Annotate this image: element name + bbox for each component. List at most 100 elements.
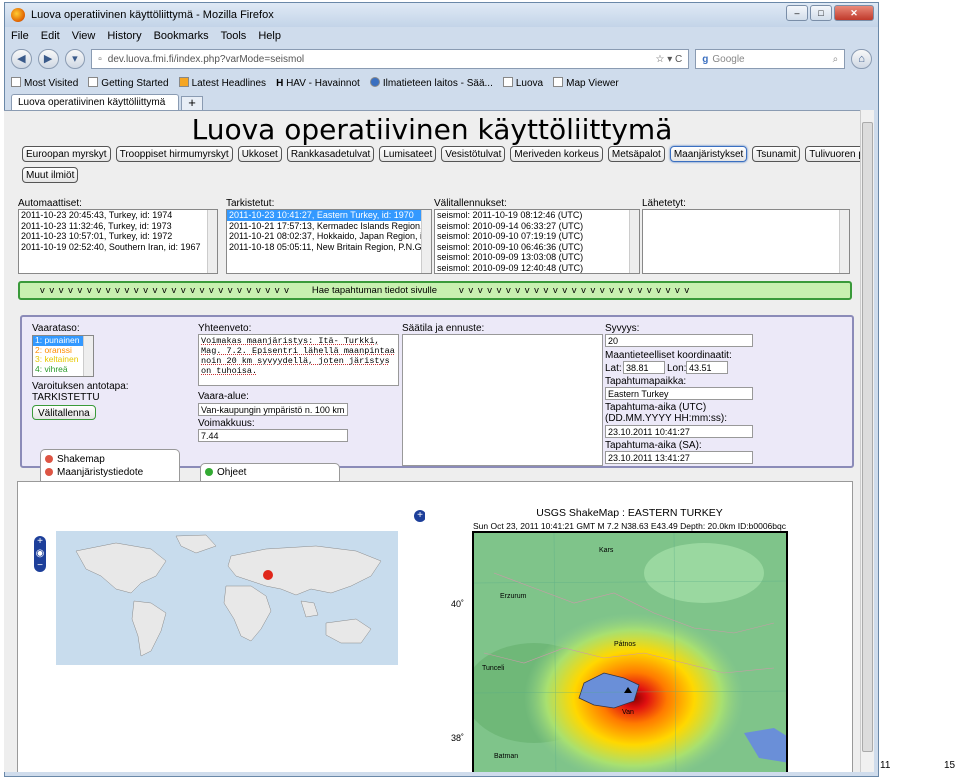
- zoom-control[interactable]: + ◉ −: [34, 536, 46, 572]
- hazard-level-select[interactable]: 1: punainen 2: oranssi 3: keltainen 4: v…: [32, 335, 94, 377]
- menu-help[interactable]: Help: [258, 30, 281, 42]
- category-button[interactable]: Trooppiset hirmumyrskyt: [115, 146, 233, 162]
- summary-textarea[interactable]: Voimakas maanjäristys: Itä- Turkki, Mag.…: [198, 334, 399, 386]
- bookmark-latest-headlines[interactable]: Latest Headlines: [178, 77, 266, 89]
- category-button[interactable]: Meriveden korkeus: [510, 146, 603, 162]
- category-button[interactable]: Tsunamit: [752, 146, 801, 162]
- tab-earthquake-bulletin[interactable]: Maanjäristystiedote: [45, 466, 175, 479]
- home-dropdown-icon[interactable]: ▾: [64, 49, 86, 69]
- minimize-button[interactable]: –: [786, 5, 808, 21]
- category-button[interactable]: Euroopan myrskyt: [22, 146, 111, 162]
- save-draft-button[interactable]: Välitallenna: [32, 405, 96, 420]
- sent-list[interactable]: [642, 209, 850, 274]
- tab-instructions[interactable]: Ohjeet: [200, 463, 340, 482]
- bookmark-map-viewer[interactable]: Map Viewer: [553, 77, 619, 89]
- category-button[interactable]: Ukkoset: [237, 146, 282, 162]
- scrollbar-thumb[interactable]: [862, 122, 873, 752]
- menu-edit[interactable]: Edit: [41, 30, 60, 42]
- menu-history[interactable]: History: [107, 30, 141, 42]
- list-item[interactable]: seismol: 2010-09-09 12:40:48 (UTC): [435, 263, 639, 274]
- menu-file[interactable]: File: [11, 30, 29, 42]
- tab-shakemap-group[interactable]: Shakemap Maanjäristystiedote: [40, 449, 180, 482]
- google-icon: g: [702, 53, 709, 65]
- list-item-selected[interactable]: 2011-10-23 10:41:27, Eastern Turkey, id:…: [227, 210, 431, 221]
- event-marker[interactable]: [263, 570, 273, 580]
- depth-input[interactable]: 20: [605, 334, 753, 347]
- search-bar[interactable]: g Google ⌕: [695, 49, 846, 69]
- world-map-graphic: [75, 534, 382, 657]
- category-button[interactable]: Lumisateet: [379, 146, 437, 162]
- menu-bookmarks[interactable]: Bookmarks: [154, 30, 209, 42]
- bookmark-hav[interactable]: H HAV - Havainnot: [276, 78, 360, 89]
- saved-list[interactable]: seismol: 2011-10-19 08:12:46 (UTC) seism…: [434, 209, 640, 274]
- back-arrow-icon[interactable]: ◀: [11, 49, 32, 69]
- lon-label: Lon:: [667, 363, 687, 374]
- list-scrollbar[interactable]: [83, 336, 93, 376]
- list-item[interactable]: seismol: 2010-09-14 06:33:27 (UTC): [435, 221, 639, 232]
- list-scrollbar[interactable]: [207, 210, 217, 273]
- list-item[interactable]: seismol: 2010-09-09 13:03:08 (UTC): [435, 252, 639, 263]
- lat-input[interactable]: 38.81: [623, 361, 665, 374]
- list-item[interactable]: seismol: 2010-09-10 07:19:19 (UTC): [435, 231, 639, 242]
- lat-label: Lat:: [605, 363, 622, 374]
- list-item[interactable]: 2011-10-23 10:57:01, Turkey, id: 1972: [19, 231, 217, 242]
- red-dot-icon: [45, 455, 53, 463]
- menu-tools[interactable]: Tools: [221, 30, 247, 42]
- location-input[interactable]: Eastern Turkey: [605, 387, 753, 400]
- list-item[interactable]: 2011-10-23 11:32:46, Turkey, id: 1973: [19, 221, 217, 232]
- place-label: Van: [622, 709, 634, 716]
- forward-arrow-icon[interactable]: ▶: [37, 49, 59, 69]
- fetch-event-label: Hae tapahtuman tiedot sivulle: [311, 285, 438, 296]
- new-tab-button[interactable]: +: [181, 96, 203, 111]
- checked-list[interactable]: 2011-10-23 10:41:27, Eastern Turkey, id:…: [226, 209, 432, 274]
- home-icon[interactable]: ⌂: [851, 49, 872, 69]
- list-item[interactable]: 2011-10-23 20:45:43, Turkey, id: 1974: [19, 210, 217, 221]
- category-button[interactable]: Metsäpalot: [607, 146, 665, 162]
- browser-tab[interactable]: Luova operatiivinen käyttöliittymä: [11, 94, 179, 111]
- maximize-button[interactable]: □: [810, 5, 832, 21]
- url-bar[interactable]: ▫ dev.luova.fmi.fi/index.php?varMode=sei…: [91, 49, 690, 69]
- list-item[interactable]: seismol: 2010-09-10 06:46:36 (UTC): [435, 242, 639, 253]
- weather-label: Säätila ja ennuste:: [402, 323, 485, 334]
- bookmark-most-visited[interactable]: Most Visited: [11, 77, 78, 89]
- bookmark-luova[interactable]: Luova: [502, 77, 543, 89]
- tab-shakemap[interactable]: Shakemap: [45, 453, 175, 466]
- shakemap-image: USGS ShakeMap : EASTERN TURKEY Sun Oct 2…: [425, 487, 834, 772]
- list-item[interactable]: 2011-10-21 17:57:13, Kermadec Islands Re…: [227, 221, 431, 232]
- search-icon[interactable]: ⌕: [833, 54, 839, 65]
- lat-tick-40: 40˚: [451, 599, 465, 609]
- category-button[interactable]: Vesistötulvat: [441, 146, 506, 162]
- time-local-input[interactable]: 23.10.2011 13:41:27: [605, 451, 753, 464]
- lon-input[interactable]: 43.51: [686, 361, 728, 374]
- close-button[interactable]: ✕: [834, 5, 874, 21]
- list-scrollbar[interactable]: [629, 210, 639, 273]
- page-scrollbar[interactable]: [860, 110, 874, 772]
- list-item[interactable]: 2011-10-21 08:02:37, Hokkaido, Japan Reg…: [227, 231, 431, 242]
- list-item[interactable]: seismol: 2011-10-19 08:12:46 (UTC): [435, 210, 639, 221]
- weather-textarea[interactable]: [402, 334, 603, 466]
- world-map[interactable]: [56, 531, 398, 665]
- title-bar: Luova operatiivinen käyttöliittymä - Moz…: [5, 3, 878, 27]
- shakemap-title: USGS ShakeMap : EASTERN TURKEY: [536, 507, 723, 519]
- green-dot-icon: [205, 468, 213, 476]
- category-button[interactable]: Rankkasadetulvat: [286, 146, 375, 162]
- reload-icon[interactable]: ☆ ▾ C: [655, 54, 682, 65]
- bookmark-ilmatieteen[interactable]: Ilmatieteen laitos - Sää...: [369, 77, 493, 89]
- category-button-active[interactable]: Maanjäristykset: [669, 146, 748, 162]
- list-scrollbar[interactable]: [839, 210, 849, 273]
- fetch-event-bar[interactable]: v v v v v v v v v v v v v v v v v v v v …: [18, 281, 852, 300]
- time-utc-input[interactable]: 23.10.2011 10:41:27: [605, 425, 753, 438]
- list-item[interactable]: 2011-10-19 02:52:40, Southern Iran, id: …: [19, 242, 217, 253]
- magnitude-input[interactable]: 7.44: [198, 429, 348, 442]
- hazard-area-input[interactable]: Van-kaupungin ympäristö n. 100 km s: [198, 403, 348, 416]
- other-phenomena-button[interactable]: Muut ilmiöt: [22, 167, 79, 183]
- list-item[interactable]: 2011-10-18 05:05:11, New Britain Region,…: [227, 242, 431, 253]
- place-label: Erzurum: [500, 593, 527, 600]
- category-button[interactable]: Tulivuoren purkaukset: [805, 146, 860, 162]
- bookmark-getting-started[interactable]: Getting Started: [88, 77, 169, 89]
- list-scrollbar[interactable]: [421, 210, 431, 273]
- automatic-list[interactable]: 2011-10-23 20:45:43, Turkey, id: 1974 20…: [18, 209, 218, 274]
- navigation-bar: ◀ ▶ ▾ ▫ dev.luova.fmi.fi/index.php?varMo…: [5, 45, 878, 73]
- menu-view[interactable]: View: [72, 30, 96, 42]
- hazard-level-label: Vaarataso:: [32, 323, 80, 334]
